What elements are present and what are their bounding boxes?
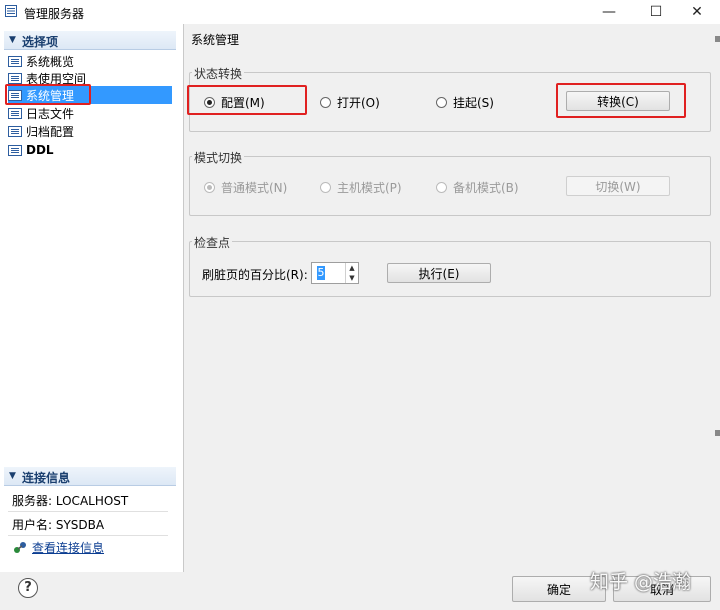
- sidebar-item-log-files[interactable]: 日志文件: [8, 104, 172, 122]
- radio-label: 主机模式(P): [337, 181, 402, 195]
- divider: [8, 535, 168, 536]
- percent-value[interactable]: 5: [317, 266, 325, 280]
- radio-label: 打开(O): [337, 96, 380, 110]
- user-info: 用户名: SYSDBA: [12, 518, 105, 532]
- sidebar-item-overview[interactable]: 系统概览: [8, 52, 172, 70]
- state-group-label: 状态转换: [192, 65, 245, 82]
- options-section-header[interactable]: ▼ 选择项: [4, 31, 176, 50]
- radio-primary-mode[interactable]: 主机模式(P): [320, 179, 402, 196]
- collapse-triangle-icon: ▼: [9, 471, 16, 481]
- annotation-box: [556, 83, 686, 118]
- radio-open[interactable]: 打开(O): [320, 94, 380, 111]
- table-icon: [8, 72, 22, 84]
- execute-button[interactable]: 执行(E): [387, 263, 491, 283]
- table-icon: [8, 107, 22, 119]
- radio-dot: [436, 182, 447, 193]
- radio-dot: [320, 182, 331, 193]
- annotation-box: [187, 85, 307, 115]
- sidebar: ▼ 选择项 系统概览 表使用空间 系统管理 日志文件 归档配置 DDL ▼ 连接…: [0, 24, 184, 572]
- radio-label: 备机模式(B): [453, 181, 519, 195]
- sidebar-item-label: 系统概览: [26, 54, 75, 69]
- options-section-label: 选择项: [22, 35, 59, 49]
- sidebar-item-ddl[interactable]: DDL: [8, 141, 172, 159]
- radio-dot: [436, 97, 447, 108]
- page-title: 系统管理: [191, 33, 240, 47]
- sidebar-item-label: 归档配置: [26, 124, 75, 139]
- connection-section-label: 连接信息: [22, 471, 71, 485]
- view-connection-link-label: 查看连接信息: [32, 541, 105, 555]
- edge-mark: [715, 430, 720, 436]
- window-title: 管理服务器: [24, 7, 85, 21]
- connection-section-header[interactable]: ▼ 连接信息: [4, 467, 176, 486]
- sidebar-item-archive-config[interactable]: 归档配置: [8, 122, 172, 140]
- table-icon: [8, 125, 22, 137]
- radio-suspend[interactable]: 挂起(S): [436, 94, 494, 111]
- sidebar-item-label: 日志文件: [26, 106, 75, 121]
- table-icon: [8, 144, 22, 156]
- percent-spinner[interactable]: 5 ▲ ▼: [311, 262, 359, 284]
- sidebar-item-label: DDL: [26, 143, 54, 157]
- edge-mark: [715, 36, 720, 42]
- mode-group-label: 模式切换: [192, 149, 245, 166]
- switch-button[interactable]: 切换(W): [566, 176, 670, 196]
- table-icon: [8, 55, 22, 67]
- radio-dot: [320, 97, 331, 108]
- divider: [8, 511, 168, 512]
- checkpoint-group-label: 检查点: [192, 234, 233, 251]
- radio-normal-mode[interactable]: 普通模式(N): [204, 179, 287, 196]
- collapse-triangle-icon: ▼: [9, 35, 16, 45]
- server-info: 服务器: LOCALHOST: [12, 494, 129, 508]
- annotation-box: [5, 84, 91, 105]
- radio-dot: [204, 182, 215, 193]
- view-connection-link[interactable]: 查看连接信息: [12, 539, 104, 556]
- spinner-arrows[interactable]: ▲ ▼: [345, 263, 358, 283]
- radio-standby-mode[interactable]: 备机模式(B): [436, 179, 519, 196]
- dirty-page-percent-label: 刷脏页的百分比(R):: [202, 268, 308, 282]
- watermark: 知乎 @浩瀚: [590, 571, 692, 593]
- maximize-button[interactable]: ☐: [633, 0, 679, 24]
- connection-icon: [14, 541, 26, 553]
- spinner-up-icon[interactable]: ▲: [346, 263, 358, 273]
- spinner-down-icon[interactable]: ▼: [346, 273, 358, 283]
- help-icon[interactable]: ?: [18, 578, 38, 598]
- radio-label: 普通模式(N): [221, 181, 288, 195]
- app-icon: [5, 5, 17, 17]
- radio-label: 挂起(S): [453, 96, 494, 110]
- title-bar: 管理服务器 — ☐ ✕: [0, 0, 720, 24]
- close-button[interactable]: ✕: [674, 0, 720, 24]
- minimize-button[interactable]: —: [586, 0, 632, 24]
